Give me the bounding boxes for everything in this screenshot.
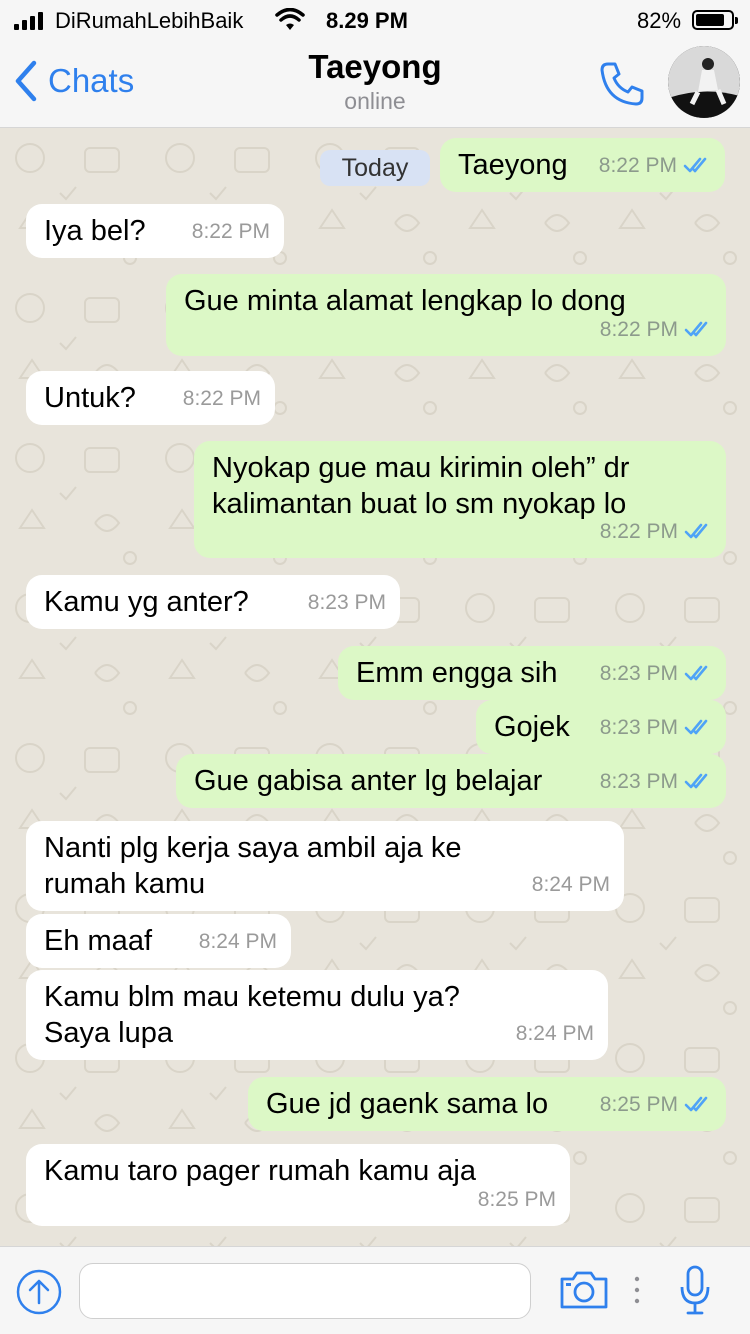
message-text: Emm engga sih xyxy=(356,657,558,689)
double-check-icon xyxy=(684,1087,714,1123)
message-list[interactable]: Today Taeyong 8:22 PM Iya bel? 8:22 PM Gue m… xyxy=(0,128,750,1246)
message-time: 8:24 PM xyxy=(531,873,610,896)
message-text: Iya bel? xyxy=(44,215,146,247)
incoming-message[interactable]: Kamu taro pager rumah kamu aja 8:25 PM xyxy=(26,1144,570,1226)
carrier-name: DiRumahLebihBaik xyxy=(55,8,244,33)
incoming-message[interactable]: Eh maaf 8:24 PM xyxy=(26,914,291,968)
arrow-up-circle-icon[interactable] xyxy=(16,1269,62,1315)
status-bar: DiRumahLebihBaik 8.29 PM 82% xyxy=(0,0,750,40)
message-text: Gojek xyxy=(494,711,570,743)
message-text: Gue jd gaenk sama lo xyxy=(266,1088,549,1120)
microphone-icon[interactable] xyxy=(680,1265,710,1317)
double-check-icon xyxy=(684,312,714,348)
double-check-icon xyxy=(683,148,713,184)
status-time: 8.29 PM xyxy=(326,8,408,33)
message-time: 8:24 PM xyxy=(515,1022,594,1045)
message-time: 8:25 PM xyxy=(599,1093,678,1116)
avatar-photo xyxy=(668,46,740,118)
incoming-message[interactable]: Nanti plg kerja saya ambil aja ke rumah … xyxy=(26,821,624,911)
incoming-message[interactable]: Iya bel? 8:22 PM xyxy=(26,204,284,258)
message-text: Taeyong xyxy=(458,149,568,181)
message-text: Nyokap gue mau kirimin oleh” dr kalimant… xyxy=(212,452,630,520)
message-text: Kamu blm mau ketemu dulu ya? Saya lupa xyxy=(44,981,460,1049)
outgoing-message[interactable]: Gojek 8:23 PM xyxy=(476,700,726,754)
message-time: 8:22 PM xyxy=(599,520,678,543)
wifi-icon xyxy=(275,8,305,30)
message-text: Kamu yg anter? xyxy=(44,586,249,618)
avatar[interactable] xyxy=(668,46,740,118)
incoming-message[interactable]: Untuk? 8:22 PM xyxy=(26,371,275,425)
message-time: 8:22 PM xyxy=(599,318,678,341)
message-text: Kamu taro pager rumah kamu aja xyxy=(44,1155,476,1187)
double-check-icon xyxy=(684,656,714,692)
message-text: Gue gabisa anter lg belajar xyxy=(194,765,543,797)
battery-level xyxy=(696,14,724,26)
more-dots-icon xyxy=(634,1276,640,1304)
chat-header: Chats Taeyong online xyxy=(0,40,750,128)
double-check-icon xyxy=(684,764,714,800)
signal-strength-icon xyxy=(14,12,43,30)
message-text: Nanti plg kerja saya ambil aja ke rumah … xyxy=(44,832,462,900)
incoming-message[interactable]: Kamu yg anter? 8:23 PM xyxy=(26,575,400,629)
message-time: 8:23 PM xyxy=(599,716,678,739)
message-input[interactable] xyxy=(79,1263,531,1319)
message-time: 8:25 PM xyxy=(477,1188,556,1211)
message-time: 8:23 PM xyxy=(307,591,386,614)
message-text: Gue minta alamat lengkap lo dong xyxy=(184,285,626,317)
battery-icon xyxy=(692,10,738,30)
message-text: Eh maaf xyxy=(44,925,152,957)
battery-percent: 82% xyxy=(637,8,682,33)
message-time: 8:22 PM xyxy=(598,154,677,177)
message-time: 8:22 PM xyxy=(191,220,270,243)
outgoing-message[interactable]: Taeyong 8:22 PM xyxy=(440,138,725,192)
phone-icon[interactable] xyxy=(598,60,646,108)
message-time: 8:23 PM xyxy=(599,770,678,793)
double-check-icon xyxy=(684,710,714,746)
outgoing-message[interactable]: Gue jd gaenk sama lo 8:25 PM xyxy=(248,1077,726,1131)
double-check-icon xyxy=(684,514,714,550)
camera-icon[interactable] xyxy=(558,1269,610,1311)
outgoing-message[interactable]: Emm engga sih 8:23 PM xyxy=(338,646,726,700)
outgoing-message[interactable]: Gue gabisa anter lg belajar 8:23 PM xyxy=(176,754,726,808)
outgoing-message[interactable]: Gue minta alamat lengkap lo dong 8:22 PM xyxy=(166,274,726,356)
incoming-message[interactable]: Kamu blm mau ketemu dulu ya? Saya lupa 8:… xyxy=(26,970,608,1060)
message-text: Untuk? xyxy=(44,382,136,414)
outgoing-message[interactable]: Nyokap gue mau kirimin oleh” dr kalimant… xyxy=(194,441,726,558)
message-time: 8:23 PM xyxy=(599,662,678,685)
message-time: 8:24 PM xyxy=(198,930,277,953)
message-time: 8:22 PM xyxy=(182,387,261,410)
date-divider: Today xyxy=(320,150,430,186)
composer-bar xyxy=(0,1246,750,1334)
